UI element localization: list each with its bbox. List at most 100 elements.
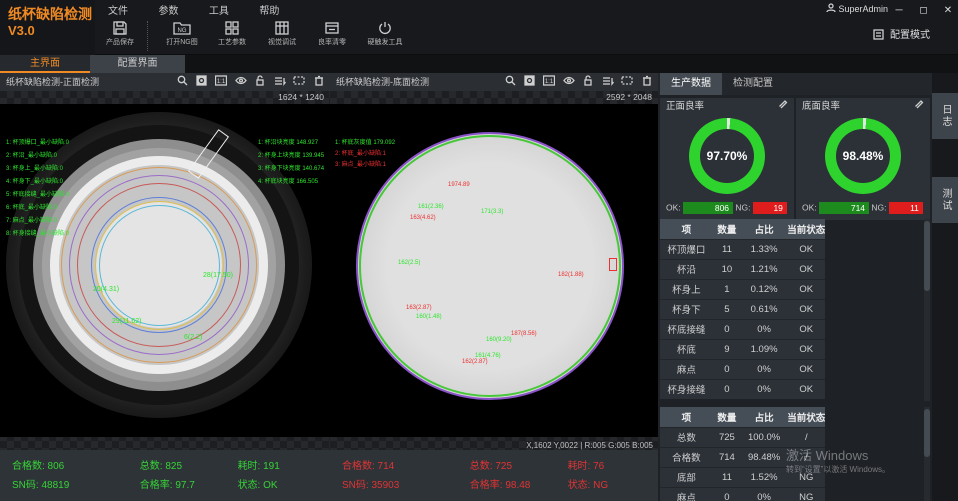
data-panel-tabs: 生产数据 检测配置 <box>658 73 932 95</box>
tab-config-interface[interactable]: 配置界面 <box>90 55 185 73</box>
ok-label: OK: <box>666 202 681 212</box>
bottom-viewport-title: 纸杯缺陷检测-底面检测 <box>330 73 429 91</box>
bottom-total-count: 总数: 725 <box>470 457 565 472</box>
bottom-camera-image[interactable]: 1: 杯底灰度值 179.092 2: 杯底_最小缺陷:1 3: 麻点_最小缺陷… <box>330 104 658 437</box>
overlay-circle-cyan <box>99 205 220 326</box>
table-row[interactable]: 麻点00%NG <box>660 487 825 501</box>
table-row[interactable]: 杯顶爆口111.33%OK <box>660 239 825 259</box>
bottom-yield-title: 底面良率 <box>802 101 840 112</box>
save-product-button[interactable]: 产品保存 <box>95 18 145 54</box>
one-to-one-icon[interactable]: 1:1 <box>214 73 229 91</box>
toolbar-separator <box>147 21 155 51</box>
table-header-row: 项 数量 占比 当前状态 <box>660 219 825 239</box>
table-row[interactable]: 总数725100.0%/ <box>660 427 825 447</box>
ng-label: NG: <box>735 202 750 212</box>
side-tab-test[interactable]: 测试 <box>932 177 958 223</box>
front-defect-annotation: 7: 麻点_最小缺陷:0 <box>6 215 57 228</box>
col-count: 数量 <box>713 219 741 239</box>
yield-reset-icon <box>324 20 340 36</box>
measure-label: 6(2.2) <box>184 334 202 341</box>
one-to-one-icon[interactable]: 1:1 <box>542 73 557 91</box>
svg-text:1:1: 1:1 <box>545 79 554 85</box>
bottom-okng-row: OK: 714 NG: 11 <box>802 202 924 215</box>
scatter-label: 171(3.3) <box>481 209 503 215</box>
ng-label: NG: <box>871 202 886 212</box>
sort-list-icon[interactable] <box>600 73 615 91</box>
defect-stats-table: 项 数量 占比 当前状态 杯顶爆口111.33%OK 杯沿101.21%OK 杯… <box>660 219 825 399</box>
yield-reset-button[interactable]: 良率清零 <box>307 18 357 54</box>
edit-icon[interactable] <box>914 98 924 116</box>
lock-icon[interactable] <box>581 73 596 91</box>
table-row[interactable]: 杯底91.09%OK <box>660 339 825 359</box>
roi-select-icon[interactable] <box>620 73 635 91</box>
bottom-yield-value: 98.48% <box>843 149 884 163</box>
front-viewport-header: 纸杯缺陷检测-正面检测 1:1 <box>0 73 330 91</box>
vision-debug-button[interactable]: 视觉调试 <box>257 18 307 54</box>
menu-params[interactable]: 参数 <box>145 0 191 19</box>
tab-production-data[interactable]: 生产数据 <box>660 73 722 95</box>
eye-icon[interactable] <box>233 73 248 91</box>
summary-stats-table: 项 数量 占比 当前状态 总数725100.0%/ 合格数71498.48%/ … <box>660 407 825 501</box>
front-yield-value: 97.70% <box>707 149 748 163</box>
table-row[interactable]: 杯底接缝00%OK <box>660 319 825 339</box>
scatter-label: 160(9.20) <box>486 337 512 343</box>
lock-icon[interactable] <box>253 73 268 91</box>
menu-file[interactable]: 文件 <box>95 0 141 19</box>
trash-icon[interactable] <box>639 73 654 91</box>
col-ratio: 占比 <box>741 219 787 239</box>
table2-scrollbar[interactable] <box>924 407 930 501</box>
front-brightness-annotation: 3: 杯身下块亮度 140.674 <box>258 163 324 176</box>
table1-scrollbar[interactable] <box>924 219 930 401</box>
process-params-button[interactable]: 工艺参数 <box>207 18 257 54</box>
sort-list-icon[interactable] <box>272 73 287 91</box>
bottom-ng-bar: 11 <box>889 202 923 214</box>
user-area[interactable]: SuperAdmin <box>826 0 888 18</box>
fit-view-icon[interactable] <box>522 73 537 91</box>
edit-icon[interactable] <box>778 98 788 116</box>
trash-icon[interactable] <box>311 73 326 91</box>
config-mode-button[interactable]: 配置模式 <box>873 26 930 41</box>
front-viewport-body[interactable]: 1624 * 1240 <box>0 91 330 450</box>
menu-tools[interactable]: 工具 <box>196 0 242 19</box>
scatter-label: 162(2.5) <box>398 260 420 266</box>
side-tab-log[interactable]: 日志 <box>932 93 958 139</box>
front-time-cost: 耗时: 191 <box>238 457 328 472</box>
fit-view-icon[interactable] <box>194 73 209 91</box>
bottom-viewport-body[interactable]: 2592 * 2048 1: 杯底灰度值 179.092 2: 杯底_最小缺陷:… <box>330 91 658 450</box>
tab-detection-config[interactable]: 检测配置 <box>722 73 784 95</box>
table-row[interactable]: 杯沿101.21%OK <box>660 259 825 279</box>
svg-text:1:1: 1:1 <box>217 79 226 85</box>
front-defect-annotation: 1: 杯顶爆口_最小缺陷:0 <box>6 137 69 150</box>
vision-debug-label: 视觉调试 <box>257 37 307 47</box>
process-params-label: 工艺参数 <box>207 37 257 47</box>
table-row[interactable]: 底部111.52%NG <box>660 467 825 487</box>
front-camera-image[interactable]: 1: 杯顶爆口_最小缺陷:0 2: 杯沿_最小缺陷:0 3: 杯身上_最小缺陷:… <box>0 104 330 437</box>
grid-icon <box>224 20 240 36</box>
bottom-annotation: 3: 麻点_最小缺陷:1 <box>335 159 386 172</box>
front-brightness-annotation: 2: 杯身上块亮度 139.945 <box>258 150 324 163</box>
eye-icon[interactable] <box>561 73 576 91</box>
roi-select-icon[interactable] <box>292 73 307 91</box>
pixel-info-readout: X,1602 Y,0022 | R:005 G:005 B:005 <box>526 441 653 450</box>
table-row[interactable]: 杯身上10.12%OK <box>660 279 825 299</box>
app-title-block: 纸杯缺陷检测 V3.0 <box>0 0 95 55</box>
scatter-label: 163(4.62) <box>410 215 436 221</box>
ng-folder-icon: NG <box>173 20 191 36</box>
bottom-status: 状态: NG <box>568 476 658 491</box>
zoom-icon[interactable] <box>503 73 518 91</box>
bottom-ok-count: 合格数: 714 <box>342 457 467 472</box>
config-mode-label: 配置模式 <box>890 30 930 41</box>
zoom-icon[interactable] <box>175 73 190 91</box>
config-mode-icon <box>873 29 884 40</box>
table-row[interactable]: 杯身下50.61%OK <box>660 299 825 319</box>
table-row[interactable]: 麻点00%OK <box>660 359 825 379</box>
hw-trigger-button[interactable]: 硬触发工具 <box>357 18 413 54</box>
table-row[interactable]: 杯身接缝00%OK <box>660 379 825 399</box>
tab-main-interface[interactable]: 主界面 <box>0 55 90 73</box>
open-ng-button[interactable]: NG 打开NG图 <box>157 18 207 54</box>
menu-help[interactable]: 帮助 <box>246 0 292 19</box>
table-row[interactable]: 合格数71498.48%/ <box>660 447 825 467</box>
user-name: SuperAdmin <box>838 4 888 14</box>
front-yield-gauge: 97.70% <box>689 118 765 194</box>
power-icon <box>377 20 393 36</box>
